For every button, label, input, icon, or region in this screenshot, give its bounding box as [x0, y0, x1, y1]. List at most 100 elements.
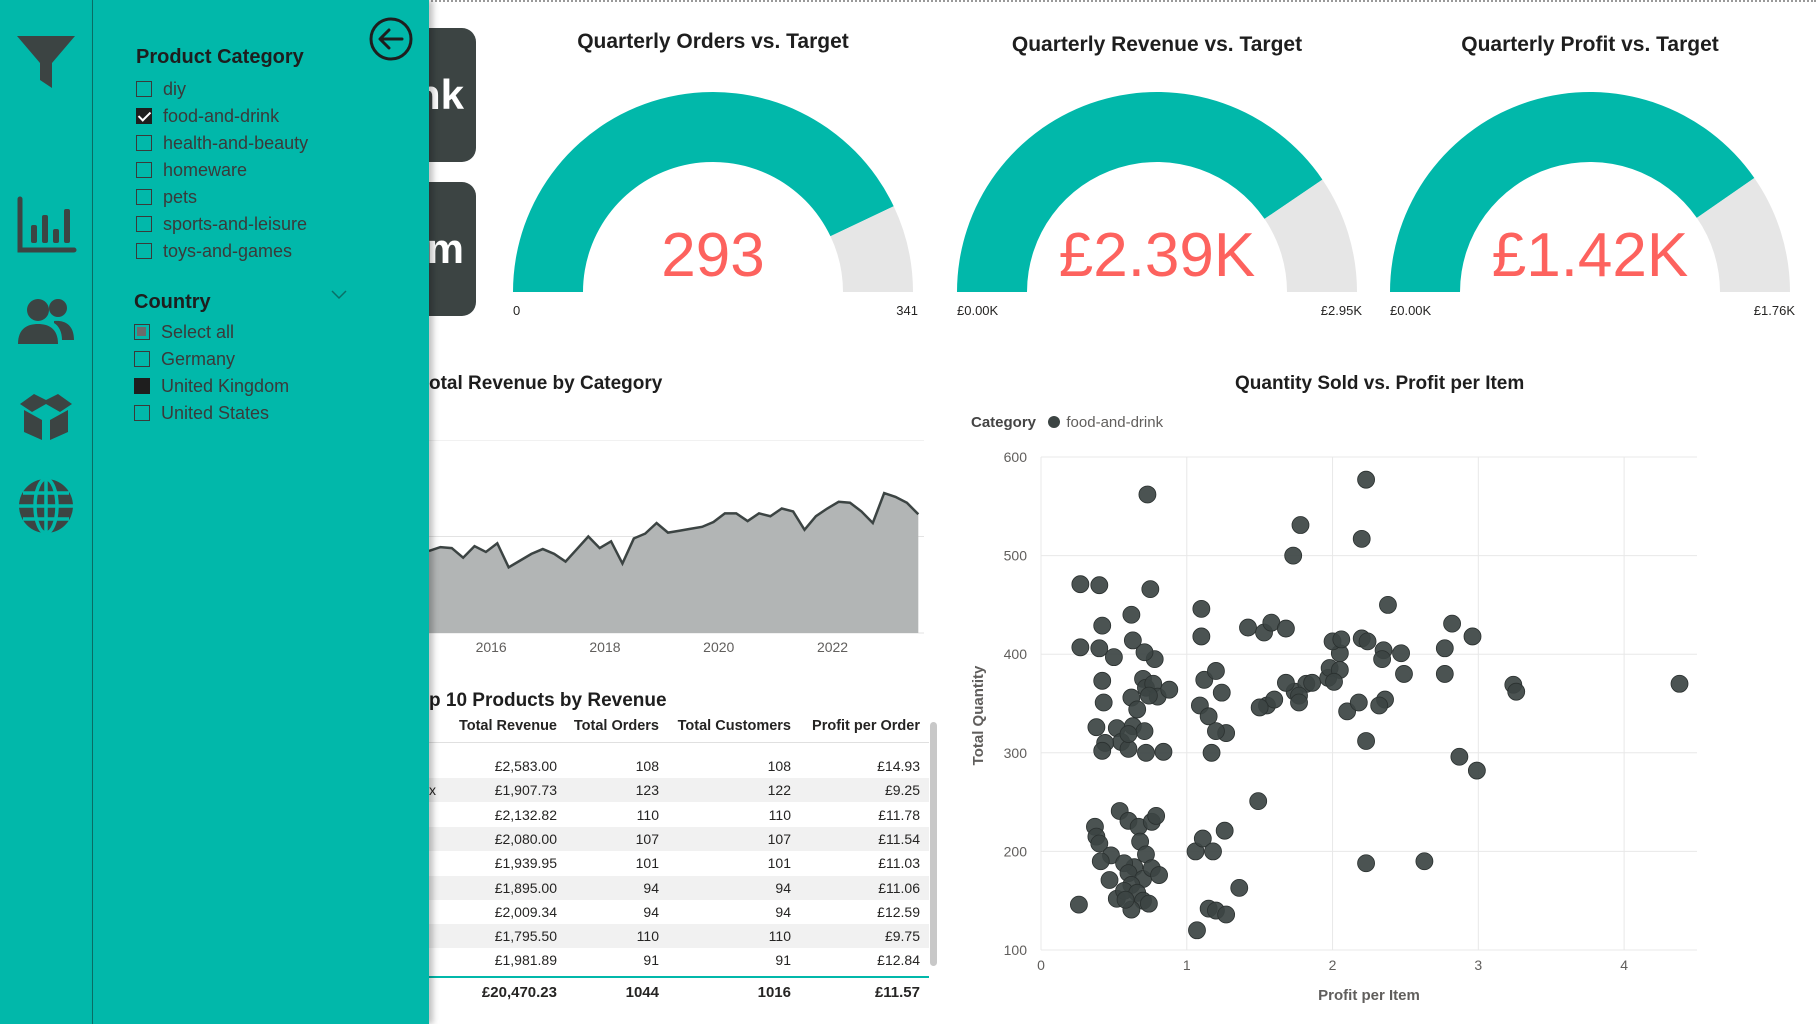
scatter-point[interactable]	[1094, 693, 1113, 712]
bar-chart-icon[interactable]	[14, 193, 78, 257]
table-row[interactable]: £2,080.00 107 107 £11.54	[429, 826, 929, 851]
checkbox[interactable]	[134, 378, 150, 394]
checkbox[interactable]	[134, 405, 150, 421]
scatter-point[interactable]	[1160, 680, 1179, 699]
scatter-point[interactable]	[1138, 485, 1157, 504]
country-option[interactable]: Select all	[134, 319, 234, 345]
scatter-point[interactable]	[1204, 842, 1222, 861]
product-category-option[interactable]: food-and-drink	[136, 103, 279, 129]
scatter-point[interactable]	[1349, 693, 1368, 712]
chevron-down-icon[interactable]	[331, 290, 347, 300]
scatter-point[interactable]	[1463, 627, 1482, 646]
scatter-point[interactable]	[1147, 807, 1166, 825]
scatter-point[interactable]	[1192, 627, 1211, 646]
product-category-option[interactable]: health-and-beauty	[136, 130, 308, 156]
scatter-point[interactable]	[1370, 696, 1389, 715]
scatter-point[interactable]	[1373, 650, 1392, 669]
scatter-point[interactable]	[1199, 707, 1218, 726]
scatter-point[interactable]	[1291, 516, 1310, 534]
product-category-option[interactable]: sports-and-leisure	[136, 211, 307, 237]
column-header[interactable]: Total Orders	[574, 718, 659, 734]
scatter-point[interactable]	[1415, 852, 1434, 871]
table-row[interactable]: £1,981.89 91 91 £12.84	[429, 948, 929, 972]
table-scrollbar[interactable]	[930, 722, 937, 966]
checkbox[interactable]	[134, 324, 150, 340]
scatter-point[interactable]	[1192, 599, 1211, 618]
scatter-point[interactable]	[1250, 698, 1269, 717]
scatter-point[interactable]	[1284, 546, 1303, 565]
scatter-point[interactable]	[1202, 743, 1221, 762]
scatter-point[interactable]	[1071, 638, 1090, 657]
scatter-point[interactable]	[1325, 672, 1343, 691]
scatter-point[interactable]	[1230, 878, 1249, 897]
scatter-point[interactable]	[1100, 871, 1119, 889]
box-icon[interactable]	[14, 382, 78, 446]
scatter-point[interactable]	[1212, 683, 1231, 702]
checkbox[interactable]	[136, 81, 152, 97]
scatter-point[interactable]	[1188, 921, 1206, 940]
column-header[interactable]: Profit per Order	[812, 718, 920, 734]
product-category-option[interactable]: diy	[136, 76, 186, 102]
scatter-point[interactable]	[1290, 693, 1308, 712]
scatter-point[interactable]	[1071, 575, 1090, 594]
users-icon[interactable]	[14, 290, 78, 354]
country-option[interactable]: Germany	[134, 346, 235, 372]
scatter-point[interactable]	[1141, 580, 1160, 599]
table-row[interactable]: £1,939.95 101 101 £11.03	[429, 851, 929, 875]
scatter-point[interactable]	[1352, 529, 1371, 548]
checkbox[interactable]	[136, 189, 152, 205]
checkbox[interactable]	[136, 216, 152, 232]
scatter-point[interactable]	[1357, 854, 1375, 873]
scatter-point[interactable]	[1435, 665, 1454, 683]
column-header[interactable]: Total Revenue	[459, 718, 557, 734]
table-row[interactable]: £2,009.34 94 94 £12.59	[429, 900, 929, 924]
table-row[interactable]: £1,907.73 123 122 £9.25 x	[429, 778, 929, 803]
scatter-point[interactable]	[1128, 700, 1147, 719]
scatter-point[interactable]	[1392, 644, 1410, 663]
table-row[interactable]: £1,795.50 110 110 £9.75	[429, 924, 929, 949]
scatter-point[interactable]	[1119, 725, 1138, 743]
scatter-point[interactable]	[1249, 792, 1268, 811]
checkbox[interactable]	[136, 162, 152, 178]
scatter-point[interactable]	[1104, 648, 1123, 667]
table-row[interactable]: £1,895.00 94 94 £11.06	[429, 875, 929, 900]
scatter-point[interactable]	[1091, 852, 1110, 871]
scatter-point[interactable]	[1435, 639, 1454, 658]
scatter-point[interactable]	[1116, 890, 1135, 909]
product-category-option[interactable]: homeware	[136, 157, 247, 183]
scatter-point[interactable]	[1207, 662, 1225, 680]
scatter-point[interactable]	[1093, 671, 1112, 690]
scatter-point[interactable]	[1135, 722, 1154, 741]
scatter-point[interactable]	[1207, 722, 1225, 741]
checkbox[interactable]	[134, 351, 150, 367]
scatter-point[interactable]	[1093, 741, 1112, 760]
scatter-point[interactable]	[1357, 470, 1375, 489]
scatter-point[interactable]	[1215, 821, 1234, 840]
scatter-point[interactable]	[1450, 747, 1469, 766]
scatter-point[interactable]	[1670, 674, 1689, 693]
scatter-point[interactable]	[1395, 665, 1413, 683]
scatter-point[interactable]	[1139, 686, 1158, 705]
scatter-point[interactable]	[1137, 743, 1155, 762]
scatter-point[interactable]	[1379, 595, 1397, 614]
scatter-point[interactable]	[1303, 673, 1322, 692]
scatter-point[interactable]	[1087, 718, 1106, 737]
scatter-point[interactable]	[1358, 632, 1377, 651]
scatter-point[interactable]	[1332, 630, 1351, 649]
table-row[interactable]: £2,583.00 108 108 £14.93	[429, 754, 929, 778]
scatter-point[interactable]	[1507, 682, 1526, 701]
scatter-point[interactable]	[1357, 732, 1375, 750]
checkbox[interactable]	[136, 243, 152, 259]
back-arrow-icon[interactable]	[368, 16, 414, 62]
scatter-point[interactable]	[1154, 742, 1173, 761]
scatter-point[interactable]	[1277, 619, 1295, 638]
globe-icon[interactable]	[14, 474, 78, 538]
scatter-point[interactable]	[1139, 894, 1158, 913]
scatter-point[interactable]	[1123, 631, 1142, 650]
checkbox[interactable]	[136, 135, 152, 151]
scatter-point[interactable]	[1093, 616, 1112, 635]
scatter-point[interactable]	[1090, 639, 1109, 658]
table-row[interactable]: £2,132.82 110 110 £11.78	[429, 803, 929, 827]
scatter-point[interactable]	[1070, 895, 1088, 914]
funnel-icon[interactable]	[14, 30, 78, 94]
